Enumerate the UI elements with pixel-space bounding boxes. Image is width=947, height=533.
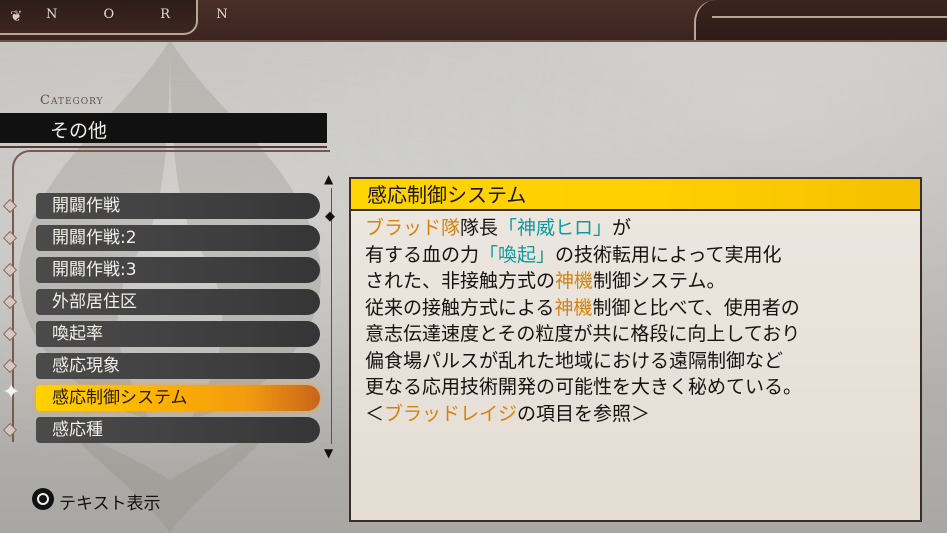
list-item[interactable]: 開闢作戦 [36,193,320,219]
detail-line: 更なる応用技術開発の可能性を大きく秘めている。 [365,376,803,398]
text-span: 隊長 [460,217,499,239]
text-span: された、非接触方式の [365,270,556,292]
detail-panel: 感応制御システム ブラッド隊隊長「神威ヒロ」が 有する血の力「喚起」の技術転用に… [349,177,922,522]
text-span: の項目を参照＞ [517,402,651,425]
text-span: が [612,217,632,239]
text-span: の技術転用によって実用化 [555,243,782,266]
circle-button-icon[interactable] [32,488,54,510]
text-display-label[interactable]: テキスト表示 [59,489,161,514]
highlight-name: 「喚起」 [479,243,556,266]
top-right-plate [694,0,947,42]
detail-title: 感応制御システム [351,179,920,211]
category-bar: その他 [0,113,327,143]
tree-connector-top [30,150,330,152]
detail-line: 意志伝達速度とその粒度が共に格段に向上しており [365,323,801,345]
list-item-selected[interactable]: 感応制御システム [36,385,320,411]
highlight-name: 「神威ヒロ」 [498,217,613,239]
text-span: 有する血の力 [365,243,480,266]
top-right-divider [712,16,947,18]
list-item[interactable]: 喚起率 [36,321,320,347]
list-item[interactable]: 開闢作戦:3 [36,257,320,283]
scroll-track[interactable] [331,188,332,444]
top-divider [0,40,947,42]
highlight-term: ブラッド隊 [365,217,461,239]
detail-line: 従来の接触方式による神機制御と比べて、使用者の [365,295,910,322]
detail-line: 有する血の力「喚起」の技術転用によって実用化 [365,242,910,269]
detail-body: ブラッド隊隊長「神威ヒロ」が 有する血の力「喚起」の技術転用によって実用化 され… [365,215,910,427]
list-item[interactable]: 感応種 [36,417,320,443]
text-span: ＜ [365,402,385,425]
detail-line: された、非接触方式の神機制御システム。 [365,268,910,295]
detail-line: 偏食場パルスが乱れた地域における遠隔制御など [365,349,784,372]
list-item[interactable]: 開闢作戦:2 [36,225,320,251]
detail-line: ブラッド隊隊長「神威ヒロ」が [365,215,910,242]
list-item[interactable]: 感応現象 [36,353,320,379]
text-span: 従来の接触方式による [365,296,555,319]
category-divider [0,146,327,148]
scroll-thumb-icon[interactable]: ◆ [325,210,337,223]
category-value: その他 [50,120,108,142]
category-label: Category [40,93,104,108]
highlight-term: ブラッドレイジ [384,402,518,425]
logo-text: N O R N [46,7,249,22]
highlight-term: 神機 [555,270,594,292]
detail-line: ＜ブラッドレイジの項目を参照＞ [365,401,910,428]
scroll-up-arrow-icon[interactable]: ▲ [324,172,333,186]
highlight-term: 神機 [554,296,593,319]
text-span: 制御と比べて、使用者の [592,296,800,319]
text-span: 制御システム。 [593,270,726,292]
fleur-icon: ❦ [10,7,23,25]
list-item[interactable]: 外部居住区 [36,289,320,315]
scroll-down-arrow-icon[interactable]: ▼ [324,446,333,460]
cursor-pointer-icon: ✦ [2,380,21,405]
